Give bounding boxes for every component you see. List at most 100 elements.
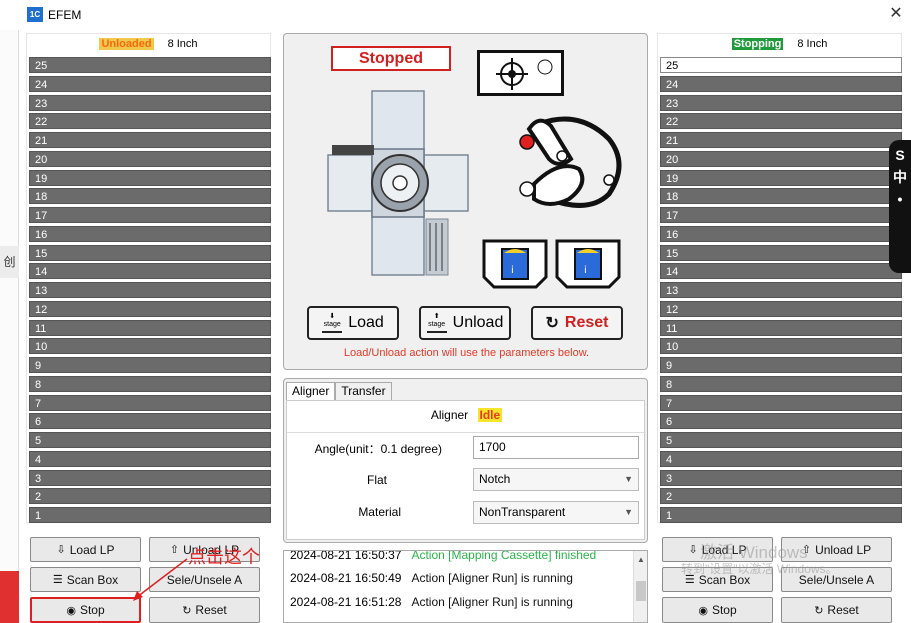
left-slot-2[interactable]: 2 bbox=[29, 488, 271, 505]
left-slot-13[interactable]: 13 bbox=[29, 282, 271, 298]
left-slot-8[interactable]: 8 bbox=[29, 375, 271, 392]
tab-aligner[interactable]: Aligner bbox=[286, 382, 336, 400]
right-slot-24[interactable]: 24 bbox=[660, 75, 902, 92]
left-slot-24[interactable]: 24 bbox=[29, 75, 271, 92]
left-slot-7[interactable]: 7 bbox=[29, 394, 271, 411]
left-status-badge: Unloaded bbox=[99, 38, 154, 50]
flat-select[interactable]: Notch ▼ bbox=[473, 468, 639, 491]
right-slot-16[interactable]: 16 bbox=[660, 225, 902, 242]
left-slot-14[interactable]: 14 bbox=[29, 263, 271, 280]
left-slot-21[interactable]: 21 bbox=[29, 132, 271, 148]
aligner-indicator bbox=[477, 50, 564, 96]
right-slot-3[interactable]: 3 bbox=[660, 469, 902, 486]
right-slot-13[interactable]: 13 bbox=[660, 282, 902, 298]
flat-label: Flat bbox=[366, 473, 387, 487]
robot-arm-icon bbox=[519, 116, 622, 208]
left-loadport-panel: Unloaded 8 Inch 25 24 23 22 21 20 19 18 17 16 15 14… bbox=[26, 33, 271, 523]
left-slot-3[interactable]: 3 bbox=[29, 469, 271, 486]
station-a-icon: i bbox=[482, 239, 548, 289]
parameters-panel: Aligner Transfer Aligner Idle Angle(unit… bbox=[283, 378, 648, 543]
center-unload-button[interactable]: ⬆ stage Unload bbox=[419, 306, 511, 340]
close-icon[interactable]: ✕ bbox=[886, 4, 906, 24]
right-slot-15[interactable]: 15 bbox=[660, 244, 902, 261]
left-slot-11[interactable]: 11 bbox=[29, 319, 271, 336]
left-slot-25[interactable]: 25 bbox=[29, 57, 271, 73]
right-slot-10[interactable]: 10 bbox=[660, 338, 902, 355]
right-slot-22[interactable]: 22 bbox=[660, 113, 902, 130]
stage-icon: ⇩ bbox=[56, 544, 66, 556]
right-slot-7[interactable]: 7 bbox=[660, 394, 902, 411]
right-slot-8[interactable]: 8 bbox=[660, 375, 902, 392]
left-slot-1[interactable]: 1 bbox=[29, 507, 271, 523]
right-slot-23[interactable]: 23 bbox=[660, 94, 902, 111]
right-slot-9[interactable]: 9 bbox=[660, 357, 902, 373]
menu-icon: ☰ bbox=[52, 574, 63, 586]
efem-illustration bbox=[327, 90, 469, 276]
background-red-block bbox=[0, 571, 19, 623]
background-window bbox=[0, 30, 19, 623]
side-widget-char: S bbox=[895, 147, 905, 163]
divider bbox=[287, 432, 646, 433]
app-icon: 1C bbox=[27, 7, 43, 22]
log-scrollbar[interactable]: ▲ bbox=[633, 551, 647, 622]
right-slot-14[interactable]: 14 bbox=[660, 263, 902, 280]
left-slot-16[interactable]: 16 bbox=[29, 225, 271, 242]
log-line: 2024-08-21 16:50:49 Action [Aligner Run]… bbox=[290, 571, 573, 585]
left-slot-23[interactable]: 23 bbox=[29, 94, 271, 111]
angle-input[interactable]: 1700 bbox=[473, 436, 639, 459]
left-slot-15[interactable]: 15 bbox=[29, 244, 271, 261]
right-slot-1[interactable]: 1 bbox=[660, 507, 902, 523]
material-label: Material bbox=[358, 505, 401, 519]
reset-icon: ↻ bbox=[814, 604, 824, 617]
left-slot-17[interactable]: 17 bbox=[29, 207, 271, 223]
background-tab[interactable]: 创 bbox=[0, 246, 19, 278]
svg-text:i: i bbox=[584, 265, 587, 276]
left-slot-9[interactable]: 9 bbox=[29, 357, 271, 373]
center-load-button[interactable]: ⬇ stage Load bbox=[307, 306, 399, 340]
chevron-down-icon: ▼ bbox=[624, 474, 633, 484]
left-slot-6[interactable]: 6 bbox=[29, 413, 271, 430]
tab-transfer[interactable]: Transfer bbox=[335, 382, 392, 400]
left-slot-19[interactable]: 19 bbox=[29, 169, 271, 186]
right-slot-4[interactable]: 4 bbox=[660, 450, 902, 467]
left-slot-10[interactable]: 10 bbox=[29, 338, 271, 355]
left-slot-12[interactable]: 12 bbox=[29, 300, 271, 317]
scroll-thumb[interactable] bbox=[636, 581, 646, 601]
right-slot-6[interactable]: 6 bbox=[660, 413, 902, 430]
right-stop-button[interactable]: ◉ Stop bbox=[662, 597, 773, 623]
right-slot-5[interactable]: 5 bbox=[660, 432, 902, 448]
right-slot-19[interactable]: 19 bbox=[660, 169, 902, 186]
annotation-text: 点击这个 bbox=[188, 547, 260, 568]
side-widget-char: • bbox=[897, 191, 903, 207]
material-select[interactable]: NonTransparent ▼ bbox=[473, 501, 639, 524]
center-reset-button[interactable]: ↻ Reset bbox=[531, 306, 623, 340]
right-reset-button[interactable]: ↻ Reset bbox=[781, 597, 892, 623]
right-slot-18[interactable]: 18 bbox=[660, 188, 902, 205]
angle-label: Angle(unit：0.1 degree) bbox=[314, 442, 442, 456]
right-loadport-panel: Stopping 8 Inch 25 24 23 22 21 20 19 18 17 16 15 14… bbox=[657, 33, 902, 523]
left-slot-18[interactable]: 18 bbox=[29, 188, 271, 205]
station-b-icon: i bbox=[555, 239, 621, 289]
left-slot-20[interactable]: 20 bbox=[29, 150, 271, 167]
stage-unload-icon: ⬆ stage bbox=[426, 313, 447, 333]
left-slot-4[interactable]: 4 bbox=[29, 450, 271, 467]
window-title: EFEM bbox=[48, 8, 82, 22]
right-slot-20[interactable]: 20 bbox=[660, 150, 902, 167]
watermark-line-2: 转到"设置"以激活 Windows。 bbox=[681, 562, 838, 576]
right-slot-21[interactable]: 21 bbox=[660, 132, 902, 148]
stop-icon: ◉ bbox=[698, 604, 708, 617]
load-hint: Load/Unload action will use the paramete… bbox=[343, 347, 590, 359]
right-slot-11[interactable]: 11 bbox=[660, 319, 902, 336]
right-slot-2[interactable]: 2 bbox=[660, 488, 902, 505]
right-slot-17[interactable]: 17 bbox=[660, 207, 902, 223]
right-slot-25[interactable]: 25 bbox=[660, 57, 902, 73]
right-slot-12[interactable]: 12 bbox=[660, 300, 902, 317]
left-slot-22[interactable]: 22 bbox=[29, 113, 271, 130]
aligner-status-badge: Idle bbox=[477, 408, 503, 422]
action-log[interactable]: 2024-08-21 16:50:37 Action [Mapping Cass… bbox=[283, 550, 648, 623]
aligner-status-line: Aligner Idle bbox=[287, 408, 646, 422]
right-status-line: Stopping 8 Inch bbox=[658, 34, 901, 54]
side-widget[interactable]: S 中 • bbox=[889, 140, 911, 273]
left-slot-5[interactable]: 5 bbox=[29, 432, 271, 448]
right-status-badge: Stopping bbox=[731, 38, 784, 50]
